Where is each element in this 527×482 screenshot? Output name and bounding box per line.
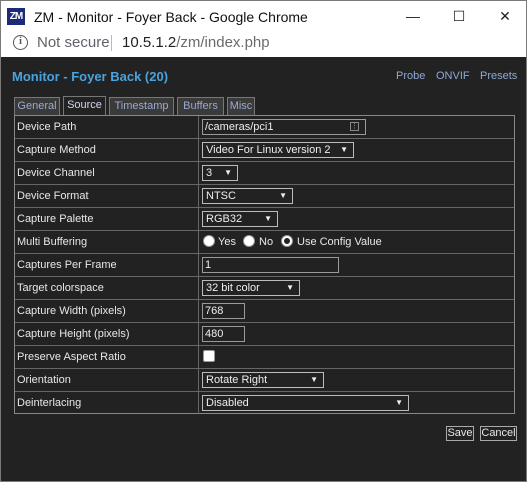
capture-palette-select[interactable]: RGB32 ▼ xyxy=(202,211,278,227)
onvif-link[interactable]: ONVIF xyxy=(436,70,470,82)
info-icon[interactable]: i xyxy=(13,35,28,50)
target-colorspace-select[interactable]: 32 bit color ▼ xyxy=(202,280,300,296)
orientation-label: Orientation xyxy=(15,369,199,391)
device-format-value: NTSC xyxy=(206,190,236,202)
tab-misc[interactable]: Misc xyxy=(227,97,255,116)
url-text[interactable]: 10.5.1.2/zm/index.php xyxy=(122,34,270,51)
captures-per-frame-label: Captures Per Frame xyxy=(15,254,199,276)
triangle-down-icon: ▼ xyxy=(264,214,272,223)
capture-height-label: Capture Height (pixels) xyxy=(15,323,199,345)
capture-palette-label: Capture Palette xyxy=(15,208,199,230)
triangle-down-icon: ▼ xyxy=(279,191,287,200)
tab-timestamp[interactable]: Timestamp xyxy=(109,97,174,116)
row-preserve-aspect-ratio: Preserve Aspect Ratio xyxy=(15,346,514,369)
row-capture-method: Capture Method Video For Linux version 2… xyxy=(15,139,514,162)
capture-method-label: Capture Method xyxy=(15,139,199,161)
zoneminder-logo-icon: ZM xyxy=(7,8,25,25)
minimize-button[interactable]: — xyxy=(390,1,436,31)
multi-buffering-label: Multi Buffering xyxy=(15,231,199,253)
row-device-path: Device Path /cameras/pci1 ⋮ xyxy=(15,116,514,139)
orientation-select[interactable]: Rotate Right ▼ xyxy=(202,372,324,388)
row-multi-buffering: Multi Buffering Yes No Use Config Value xyxy=(15,231,514,254)
preserve-aspect-ratio-label: Preserve Aspect Ratio xyxy=(15,346,199,368)
target-colorspace-value: 32 bit color xyxy=(206,282,260,294)
target-colorspace-label: Target colorspace xyxy=(15,277,199,299)
security-status[interactable]: Not secure xyxy=(37,34,110,51)
device-channel-select[interactable]: 3 ▼ xyxy=(202,165,238,181)
address-divider xyxy=(111,35,112,51)
triangle-down-icon: ▼ xyxy=(224,168,232,177)
cancel-button[interactable]: Cancel xyxy=(480,426,517,441)
capture-height-input[interactable]: 480 xyxy=(202,326,245,342)
device-channel-label: Device Channel xyxy=(15,162,199,184)
triangle-down-icon: ▼ xyxy=(340,145,348,154)
page-content: Monitor - Foyer Back (20) Probe ONVIF Pr… xyxy=(0,57,527,482)
presets-link[interactable]: Presets xyxy=(480,70,517,82)
save-button[interactable]: Save xyxy=(446,426,474,441)
device-format-label: Device Format xyxy=(15,185,199,207)
orientation-value: Rotate Right xyxy=(206,374,268,386)
maximize-button[interactable]: ☐ xyxy=(436,1,482,31)
row-capture-palette: Capture Palette RGB32 ▼ xyxy=(15,208,514,231)
folder-browse-icon[interactable]: ⋮ xyxy=(350,122,359,131)
window-title: ZM - Monitor - Foyer Back - Google Chrom… xyxy=(34,9,308,25)
triangle-down-icon: ▼ xyxy=(395,398,403,407)
tab-general[interactable]: General xyxy=(14,97,60,116)
row-target-colorspace: Target colorspace 32 bit color ▼ xyxy=(15,277,514,300)
triangle-down-icon: ▼ xyxy=(286,283,294,292)
row-captures-per-frame: Captures Per Frame 1 xyxy=(15,254,514,277)
multi-buffering-no-label: No xyxy=(259,236,274,248)
capture-method-select[interactable]: Video For Linux version 2 ▼ xyxy=(202,142,354,158)
row-device-format: Device Format NTSC ▼ xyxy=(15,185,514,208)
source-form-table: Device Path /cameras/pci1 ⋮ Capture Metho… xyxy=(14,115,515,414)
url-host: 10.5.1.2 xyxy=(122,34,177,51)
row-capture-width: Capture Width (pixels) 768 xyxy=(15,300,514,323)
capture-method-value: Video For Linux version 2 xyxy=(206,144,331,156)
row-capture-height: Capture Height (pixels) 480 xyxy=(15,323,514,346)
deinterlacing-select[interactable]: Disabled ▼ xyxy=(202,395,409,411)
triangle-down-icon: ▼ xyxy=(310,375,318,384)
tab-source[interactable]: Source xyxy=(63,96,106,116)
row-orientation: Orientation Rotate Right ▼ xyxy=(15,369,514,392)
multi-buffering-config-radio[interactable] xyxy=(281,235,293,247)
probe-link[interactable]: Probe xyxy=(396,70,425,82)
capture-width-input[interactable]: 768 xyxy=(202,303,245,319)
address-bar[interactable]: i Not secure 10.5.1.2/zm/index.php xyxy=(0,31,527,57)
device-channel-value: 3 xyxy=(206,167,213,179)
preserve-aspect-ratio-checkbox[interactable] xyxy=(203,350,215,362)
device-path-label: Device Path xyxy=(15,116,199,138)
capture-palette-value: RGB32 xyxy=(206,213,243,225)
capture-width-label: Capture Width (pixels) xyxy=(15,300,199,322)
multi-buffering-yes-radio[interactable] xyxy=(203,235,215,247)
tab-buffers[interactable]: Buffers xyxy=(177,97,224,116)
window-titlebar: ZM ZM - Monitor - Foyer Back - Google Ch… xyxy=(0,0,527,31)
multi-buffering-config-label: Use Config Value xyxy=(297,236,382,248)
page-title: Monitor - Foyer Back (20) xyxy=(12,69,169,84)
multi-buffering-no-radio[interactable] xyxy=(243,235,255,247)
close-button[interactable]: ✕ xyxy=(482,1,527,31)
row-deinterlacing: Deinterlacing Disabled ▼ xyxy=(15,392,514,415)
device-format-select[interactable]: NTSC ▼ xyxy=(202,188,293,204)
deinterlacing-value: Disabled xyxy=(206,397,249,409)
deinterlacing-label: Deinterlacing xyxy=(15,392,199,414)
device-path-value: /cameras/pci1 xyxy=(205,121,274,133)
device-path-input[interactable]: /cameras/pci1 ⋮ xyxy=(202,119,366,135)
captures-per-frame-input[interactable]: 1 xyxy=(202,257,339,273)
row-device-channel: Device Channel 3 ▼ xyxy=(15,162,514,185)
url-path: /zm/index.php xyxy=(176,34,270,51)
multi-buffering-yes-label: Yes xyxy=(218,236,236,248)
